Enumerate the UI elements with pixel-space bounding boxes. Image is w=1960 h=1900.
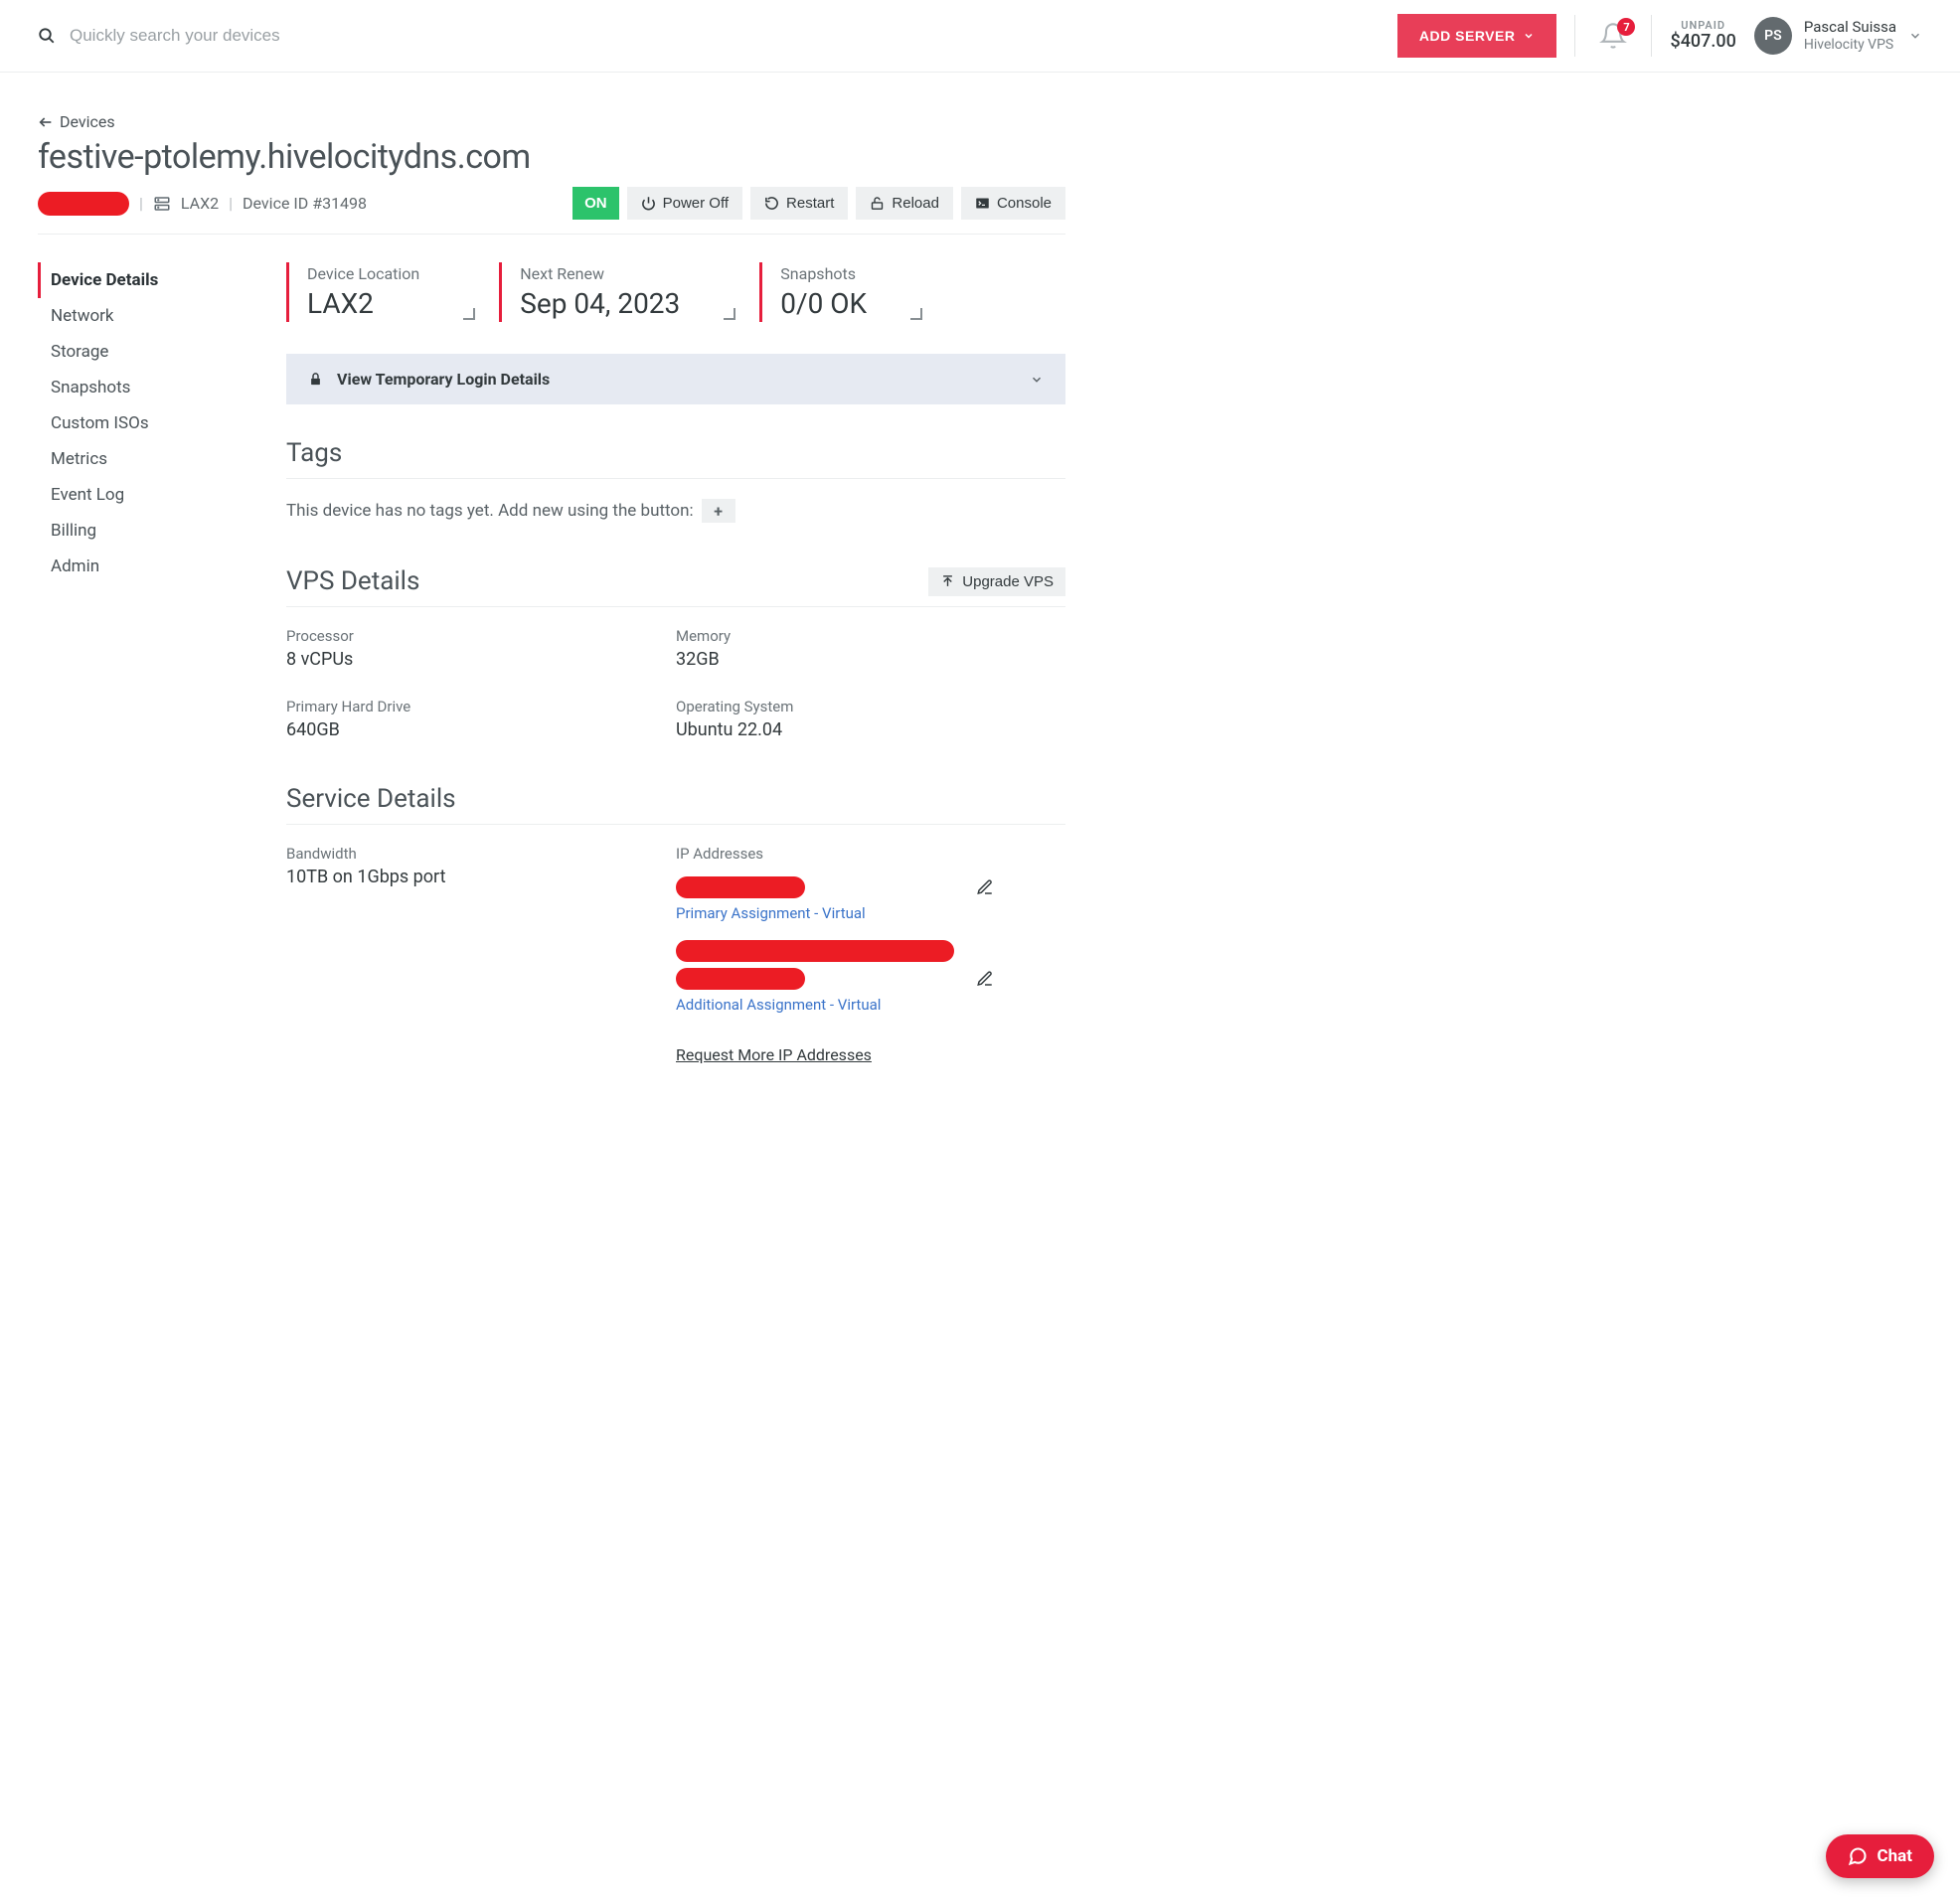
redacted-status-pill — [38, 192, 129, 216]
ip-addresses-label: IP Addresses — [676, 845, 1065, 863]
power-state-on[interactable]: ON — [572, 187, 619, 220]
company-name: Hivelocity VPS — [1804, 37, 1896, 53]
edit-icon[interactable] — [976, 878, 994, 896]
kv-bandwidth: Bandwidth 10TB on 1Gbps port — [286, 845, 676, 1064]
chat-icon — [1848, 1846, 1868, 1866]
additional-assignment-link[interactable]: Additional Assignment - Virtual — [676, 996, 1065, 1014]
search-icon — [38, 27, 56, 45]
tags-empty-text: This device has no tags yet. Add new usi… — [286, 501, 694, 521]
header-location: LAX2 — [181, 194, 219, 213]
expand-corner-icon — [724, 308, 735, 320]
user-name: Pascal Suissa — [1804, 19, 1896, 36]
power-off-button[interactable]: Power Off — [627, 187, 742, 220]
section-vps-title: VPS Details — [286, 566, 419, 596]
sidebar: Device Details Network Storage Snapshots… — [38, 262, 286, 1108]
card-next-renew[interactable]: Next Renew Sep 04, 2023 — [499, 262, 700, 322]
chevron-down-icon — [1030, 373, 1044, 387]
back-label: Devices — [60, 112, 115, 131]
account-menu[interactable]: PS Pascal Suissa Hivelocity VPS — [1754, 17, 1922, 55]
server-stack-icon — [153, 195, 171, 213]
divider — [1651, 15, 1652, 57]
terminal-icon — [975, 196, 990, 211]
edit-icon[interactable] — [976, 970, 994, 988]
upgrade-vps-button[interactable]: Upgrade VPS — [928, 567, 1065, 596]
expand-corner-icon — [463, 308, 475, 320]
sidebar-item-billing[interactable]: Billing — [38, 513, 266, 549]
reload-button[interactable]: Reload — [856, 187, 953, 220]
redacted-ip — [676, 876, 805, 898]
sidebar-item-storage[interactable]: Storage — [38, 334, 266, 370]
sidebar-item-event-log[interactable]: Event Log — [38, 477, 266, 513]
primary-assignment-link[interactable]: Primary Assignment - Virtual — [676, 904, 1065, 922]
reload-icon — [870, 196, 885, 211]
chevron-down-icon — [1908, 29, 1922, 43]
sidebar-item-network[interactable]: Network — [38, 298, 266, 334]
card-snapshots[interactable]: Snapshots 0/0 OK — [759, 262, 887, 322]
arrow-left-icon — [38, 114, 54, 130]
power-icon — [641, 196, 656, 211]
section-service-title: Service Details — [286, 784, 1065, 825]
sidebar-item-custom-isos[interactable]: Custom ISOs — [38, 405, 266, 441]
add-tag-button[interactable]: + — [702, 499, 735, 523]
redacted-ip — [676, 968, 805, 990]
kv-disk: Primary Hard Drive640GB — [286, 698, 676, 740]
add-server-label: ADD SERVER — [1419, 28, 1516, 44]
sidebar-item-metrics[interactable]: Metrics — [38, 441, 266, 477]
card-device-location[interactable]: Device Location LAX2 — [286, 262, 439, 322]
chat-button[interactable]: Chat — [1826, 1834, 1935, 1878]
view-login-details-toggle[interactable]: View Temporary Login Details — [286, 354, 1065, 404]
search-input[interactable] — [70, 26, 1380, 46]
notifications-button[interactable]: 7 — [1593, 22, 1633, 50]
redacted-ip — [676, 940, 954, 962]
avatar: PS — [1754, 17, 1792, 55]
restart-icon — [764, 196, 779, 211]
kv-processor: Processor8 vCPUs — [286, 627, 676, 670]
add-server-button[interactable]: ADD SERVER — [1397, 14, 1557, 58]
sidebar-item-snapshots[interactable]: Snapshots — [38, 370, 266, 405]
upgrade-icon — [940, 574, 955, 589]
kv-os: Operating SystemUbuntu 22.04 — [676, 698, 1065, 740]
back-to-devices-link[interactable]: Devices — [38, 112, 115, 131]
expand-corner-icon — [910, 308, 922, 320]
lock-icon — [308, 372, 323, 387]
chevron-down-icon — [1523, 30, 1535, 42]
unpaid-amount: $407.00 — [1670, 32, 1735, 52]
page-title: festive-ptolemy.hivelocitydns.com — [38, 137, 1065, 177]
section-tags-title: Tags — [286, 438, 1065, 479]
device-id-text: Device ID #31498 — [243, 194, 367, 213]
sidebar-item-admin[interactable]: Admin — [38, 549, 266, 584]
restart-button[interactable]: Restart — [750, 187, 848, 220]
divider — [1574, 15, 1575, 57]
unpaid-balance[interactable]: UNPAID $407.00 — [1670, 20, 1735, 52]
notification-badge: 7 — [1617, 18, 1635, 36]
console-button[interactable]: Console — [961, 187, 1065, 220]
sidebar-item-device-details[interactable]: Device Details — [38, 262, 266, 298]
kv-memory: Memory32GB — [676, 627, 1065, 670]
request-more-ips-link[interactable]: Request More IP Addresses — [676, 1045, 872, 1064]
